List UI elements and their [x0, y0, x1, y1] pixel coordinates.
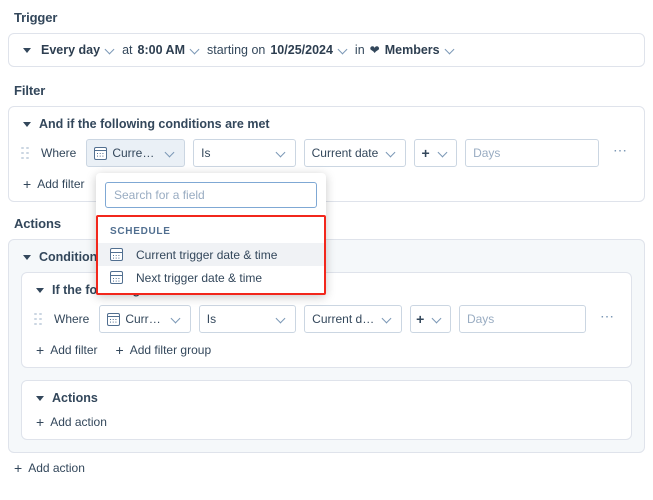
chevron-down-icon [439, 149, 448, 158]
field-search-wrap [96, 173, 326, 215]
trigger-at-label: at [122, 43, 133, 57]
filter-value-select[interactable]: Current date [304, 305, 402, 333]
collapse-caret-icon[interactable] [36, 287, 44, 293]
trigger-starting-on-label: starting on [206, 43, 266, 57]
plus-icon: + [14, 460, 23, 476]
field-option-current-trigger[interactable]: Current trigger date & time [98, 243, 324, 266]
inner-add-row: + Add filter + Add filter group [22, 337, 631, 367]
where-label: Where [41, 146, 77, 160]
filter-operator-value: Is [201, 146, 211, 160]
trigger-in-label: in [354, 43, 365, 57]
chevron-down-icon[interactable] [191, 46, 200, 55]
trigger-section: Trigger Every day at 8:00 AM starting on… [8, 10, 645, 67]
where-label: Where [54, 312, 90, 326]
filter-row: Where Current trig... Is Current date + [9, 135, 644, 171]
filter-field-select[interactable]: Current trig... [86, 139, 186, 167]
filter-row: Where Current trig... Is Current date [22, 301, 631, 337]
chevron-down-icon [383, 315, 392, 324]
filter-field-select[interactable]: Current trig... [99, 305, 191, 333]
add-filter-button[interactable]: + Add filter [36, 343, 98, 357]
add-action-bottom-label: Add action [28, 461, 85, 475]
chevron-down-icon [277, 149, 286, 158]
heart-icon: ❤ [369, 43, 380, 57]
trigger-date[interactable]: 10/25/2024 [270, 43, 333, 57]
chevron-down-icon[interactable] [446, 46, 455, 55]
actions-subcard: Actions + Add action [21, 380, 632, 440]
filter-operator-select[interactable]: Is [193, 139, 296, 167]
plus-icon: + [23, 176, 32, 192]
ellipsis-icon[interactable]: ⋯ [594, 309, 621, 326]
filter-operator-value: Is [206, 312, 217, 326]
add-action-label: Add action [50, 415, 107, 429]
field-option-next-trigger[interactable]: Next trigger date & time [98, 266, 324, 289]
bottom-add-action-row: + Add action [8, 453, 645, 485]
trigger-summary: Every day at 8:00 AM starting on 10/25/2… [23, 43, 457, 57]
collapse-caret-icon[interactable] [23, 254, 31, 260]
filter-field-value: Current trig... [112, 146, 160, 160]
field-option-label: Current trigger date & time [136, 247, 278, 262]
trigger-object[interactable]: Members [385, 43, 440, 57]
add-filter-button[interactable]: + Add filter [23, 177, 85, 191]
actions-sub-header[interactable]: Actions [22, 381, 631, 409]
plus-icon: + [115, 342, 124, 358]
filter-field-value: Current trig... [125, 312, 166, 326]
filter-offset-unit-placeholder: Days [473, 146, 501, 160]
actions-sub-header-label: Actions [52, 391, 98, 405]
plus-icon: + [36, 342, 45, 358]
add-filter-group-button[interactable]: + Add filter group [116, 343, 212, 357]
chevron-down-icon [433, 315, 442, 324]
field-group-label: SCHEDULE [110, 226, 171, 237]
plus-icon: + [36, 414, 45, 430]
collapse-caret-icon[interactable] [36, 395, 44, 401]
add-action-button-bottom[interactable]: + Add action [14, 461, 85, 475]
trigger-section-title: Trigger [14, 10, 58, 25]
field-option-label: Next trigger date & time [136, 270, 263, 285]
chevron-down-icon [277, 315, 286, 324]
filter-offset-sign-select[interactable]: + [409, 305, 451, 333]
drag-handle-icon[interactable] [32, 311, 44, 327]
condition-card-header-label: Condition [39, 250, 98, 264]
filter-value-value: Current date [311, 146, 379, 160]
add-action-button[interactable]: + Add action [36, 415, 107, 429]
actions-sub-add-row: + Add action [22, 409, 631, 439]
chevron-down-icon [387, 149, 396, 158]
trigger-time[interactable]: 8:00 AM [138, 43, 185, 57]
filter-offset-sign-value: + [416, 311, 425, 327]
calendar-icon [110, 248, 123, 261]
filter-offset-sign-select[interactable]: + [414, 139, 458, 167]
field-options-list: SCHEDULE Current trigger date & time Nex… [96, 215, 326, 295]
filter-value-value: Current date [312, 312, 377, 326]
calendar-icon [110, 271, 123, 284]
filter-offset-unit-placeholder: Days [466, 312, 495, 326]
add-filter-label: Add filter [50, 343, 98, 357]
trigger-frequency[interactable]: Every day [41, 43, 100, 57]
filter-value-select[interactable]: Current date [303, 139, 407, 167]
field-search-dropdown: SCHEDULE Current trigger date & time Nex… [96, 173, 326, 295]
filter-operator-select[interactable]: Is [198, 305, 297, 333]
calendar-icon [94, 146, 108, 160]
collapse-caret-icon[interactable] [23, 121, 31, 127]
chevron-down-icon [166, 149, 175, 158]
trigger-card: Every day at 8:00 AM starting on 10/25/2… [8, 33, 645, 67]
calendar-icon [107, 312, 121, 326]
ellipsis-icon[interactable]: ⋯ [607, 143, 634, 160]
chevron-down-icon[interactable] [106, 46, 115, 55]
filter-group-header-label: And if the following conditions are met [39, 117, 270, 131]
add-filter-group-label: Add filter group [129, 343, 212, 357]
field-search-input[interactable] [105, 182, 317, 208]
filter-offset-unit-input[interactable]: Days [465, 139, 600, 167]
filter-group-header[interactable]: And if the following conditions are met [9, 107, 644, 135]
chevron-down-icon[interactable] [339, 46, 348, 55]
filter-offset-sign-value: + [421, 145, 430, 161]
drag-handle-icon[interactable] [19, 145, 31, 161]
filter-offset-unit-input[interactable]: Days [458, 305, 586, 333]
workflow-editor: Trigger Every day at 8:00 AM starting on… [0, 0, 653, 485]
filter-section-title: Filter [14, 83, 46, 98]
chevron-down-icon [172, 315, 181, 324]
collapse-caret-icon[interactable] [23, 47, 31, 53]
add-filter-label: Add filter [37, 177, 85, 191]
